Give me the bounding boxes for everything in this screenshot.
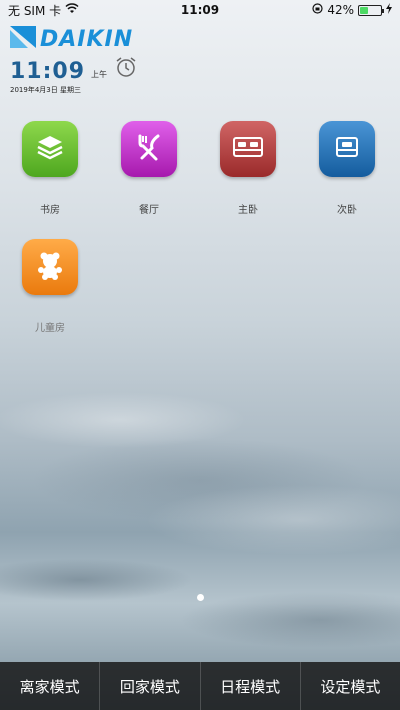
room-label-second-bedroom: 次卧 <box>337 205 357 216</box>
carrier-label: 无 SIM 卡 <box>8 3 62 18</box>
tab-settings-mode[interactable]: 设定模式 <box>301 662 400 710</box>
clock-ampm: 上午 <box>91 70 108 79</box>
daikin-logo: DAIKIN <box>10 26 133 52</box>
daikin-logo-mark-icon <box>10 26 36 52</box>
wallpaper-water <box>0 300 400 660</box>
teddy-bear-icon <box>35 250 65 284</box>
layers-icon <box>35 132 65 166</box>
page-indicator-dot[interactable] <box>197 594 204 601</box>
orientation-lock-icon <box>312 3 323 17</box>
room-tile-kids-room[interactable] <box>22 239 78 295</box>
room-tile-study[interactable] <box>22 121 78 177</box>
battery-percent: 42% <box>327 3 354 17</box>
status-bar: 无 SIM 卡 11:09 42% <box>0 0 400 20</box>
clock-time: 11:09 <box>10 59 86 84</box>
tab-schedule-mode[interactable]: 日程模式 <box>201 662 301 710</box>
battery-icon <box>358 4 384 16</box>
room-tile-dining[interactable] <box>121 121 177 177</box>
wifi-icon <box>65 3 79 17</box>
single-bed-icon <box>334 135 360 163</box>
room-tile-master-bedroom[interactable] <box>220 121 276 177</box>
tab-home-mode[interactable]: 回家模式 <box>100 662 201 710</box>
room-label-master-bedroom: 主卧 <box>238 205 258 216</box>
tab-away-mode[interactable]: 离家模式 <box>0 662 101 710</box>
clock-widget: 11:09 上午 <box>10 56 137 84</box>
alarm-clock-icon[interactable] <box>115 56 137 82</box>
fork-knife-icon <box>134 132 164 166</box>
charging-icon <box>386 3 392 17</box>
mode-tab-bar: 离家模式 回家模式 日程模式 设定模式 <box>0 662 400 710</box>
double-bed-icon <box>232 135 264 163</box>
room-label-kids-room: 儿童房 <box>35 323 65 334</box>
room-label-study: 书房 <box>40 205 60 216</box>
daikin-logo-text: DAIKIN <box>40 26 134 52</box>
room-tile-second-bedroom[interactable] <box>319 121 375 177</box>
room-label-dining: 餐厅 <box>139 205 159 216</box>
clock-date: 2019年4月3日 星期三 <box>10 86 81 94</box>
battery-fill <box>360 6 369 14</box>
